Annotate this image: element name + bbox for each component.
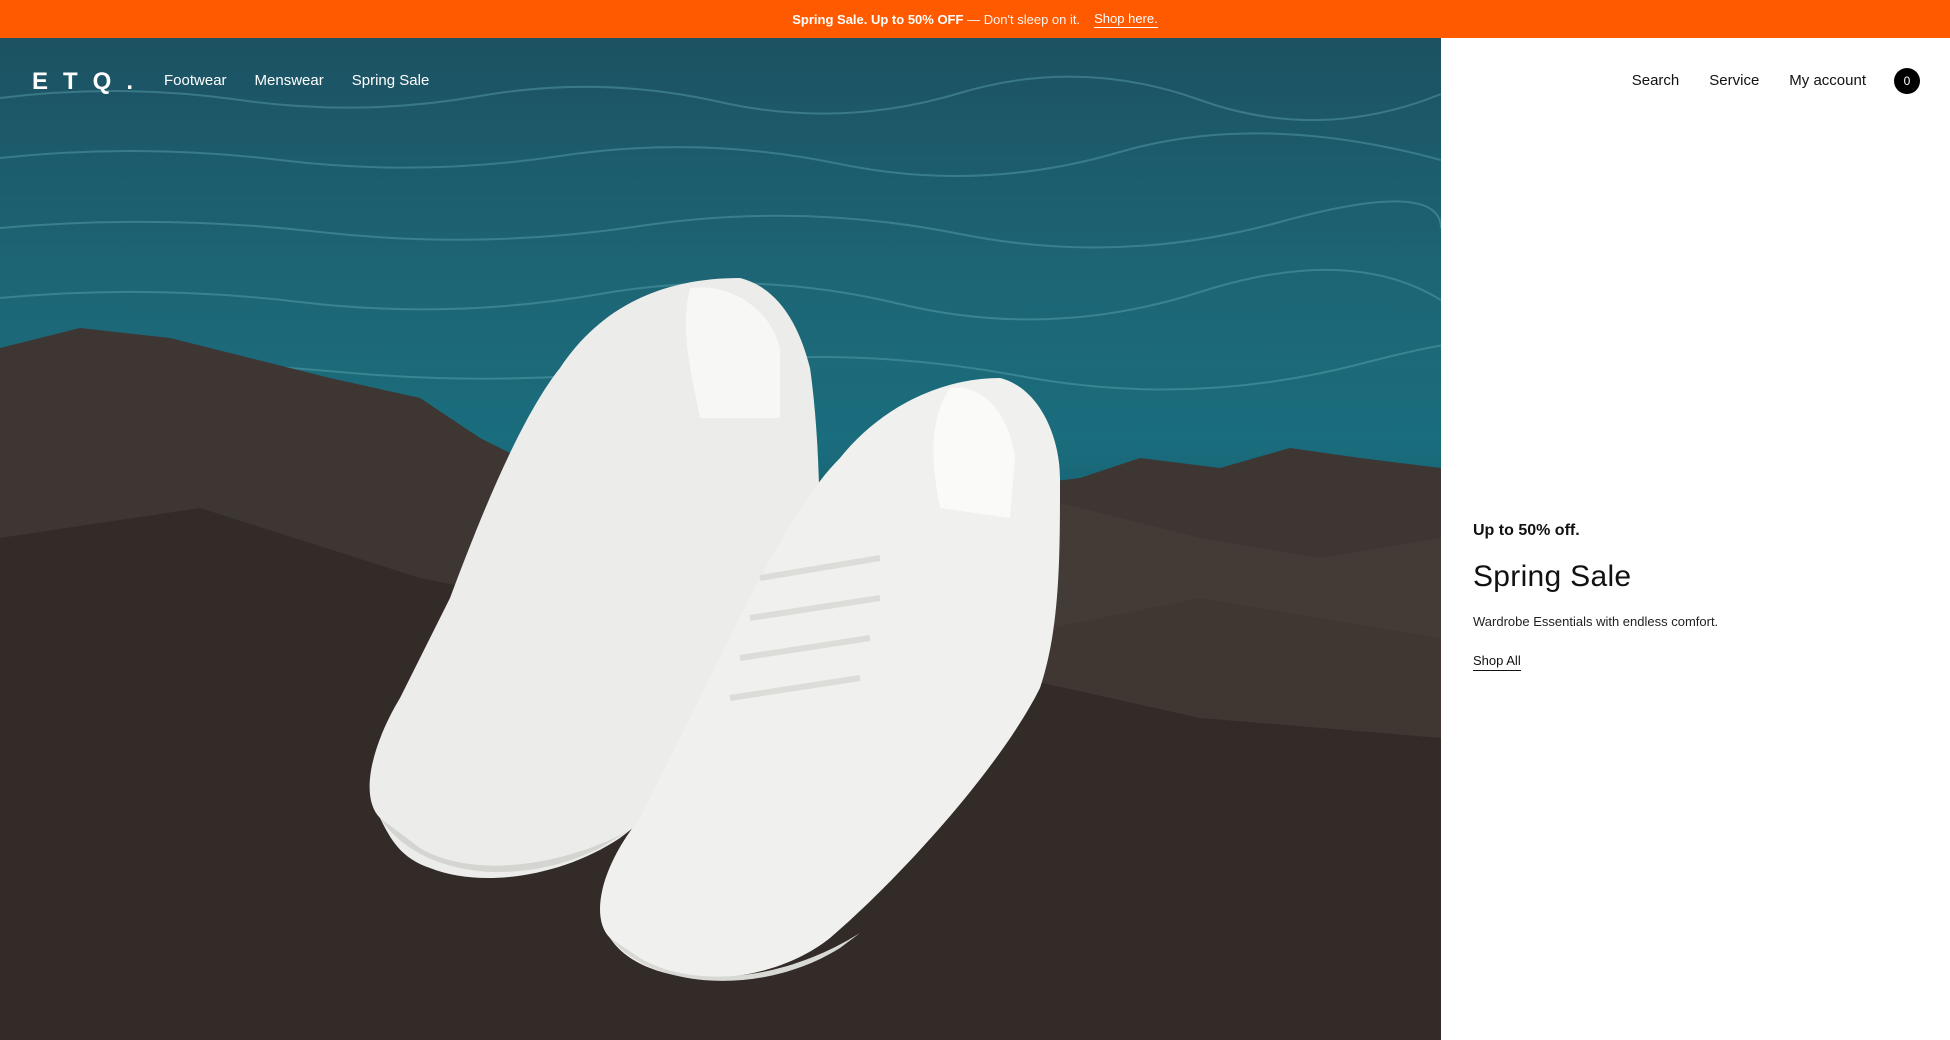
promo-subtitle: Wardrobe Essentials with endless comfort… (1473, 614, 1719, 629)
etq-logo[interactable]: ETQ. (32, 68, 148, 96)
search-link[interactable]: Search (1632, 72, 1680, 89)
main-nav: Footwear Menswear Spring Sale (164, 72, 429, 89)
shop-all-link[interactable]: Shop All (1473, 653, 1521, 671)
utility-nav: Search Service My account (1632, 72, 1866, 89)
announcement-shop-link[interactable]: Shop here. (1094, 11, 1158, 28)
promo-eyebrow: Up to 50% off. (1473, 522, 1580, 539)
announcement-bold: Spring Sale. Up to 50% OFF (792, 11, 964, 27)
promo-panel: Up to 50% off. Spring Sale Wardrobe Esse… (1473, 522, 1913, 671)
hero-illustration (0, 75, 1441, 1040)
my-account-link[interactable]: My account (1789, 72, 1866, 89)
hero-image (0, 38, 1441, 1040)
announcement-rest: — Don't sleep on it. (967, 11, 1081, 27)
cart-count-badge[interactable]: 0 (1894, 68, 1920, 94)
nav-item-footwear[interactable]: Footwear (164, 72, 227, 89)
promo-title: Spring Sale (1473, 560, 1632, 593)
nav-item-spring-sale[interactable]: Spring Sale (352, 72, 430, 89)
service-link[interactable]: Service (1709, 72, 1759, 89)
announcement-text: Spring Sale. Up to 50% OFF — Don't sleep… (792, 12, 1080, 27)
site-header: ETQ. Footwear Menswear Spring Sale Searc… (0, 38, 1950, 124)
nav-item-menswear[interactable]: Menswear (255, 72, 324, 89)
announcement-bar: Spring Sale. Up to 50% OFF — Don't sleep… (0, 0, 1950, 38)
